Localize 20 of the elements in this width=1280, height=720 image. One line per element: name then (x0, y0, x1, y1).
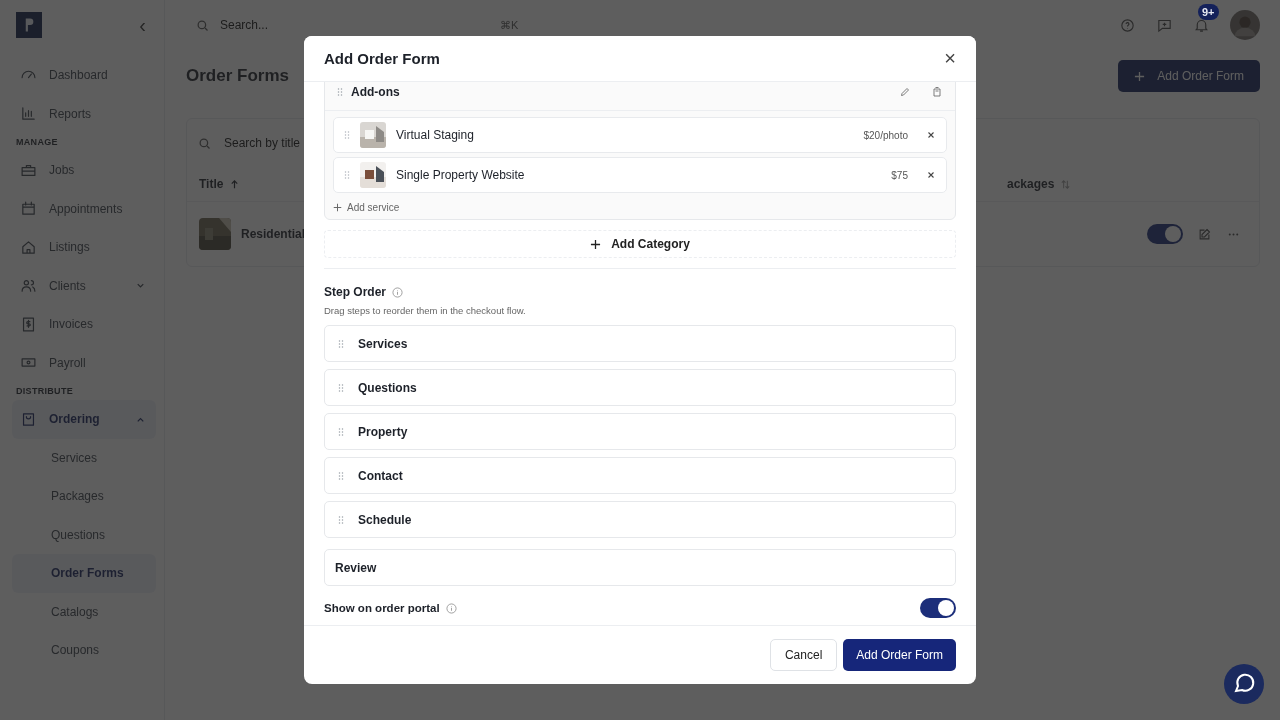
step-label: Questions (358, 380, 417, 395)
nav-label: Ordering (49, 412, 100, 427)
dialog-title: Add Order Form (324, 50, 440, 67)
step-label: Contact (358, 468, 403, 483)
service-price: $75 (891, 169, 908, 181)
step-label: Schedule (358, 512, 412, 527)
table-cell: Residential (241, 227, 306, 241)
service-name: Single Property Website (396, 168, 525, 182)
page-title: Order Forms (186, 66, 289, 86)
step-label: Property (358, 424, 408, 439)
step-label: Services (358, 336, 408, 351)
service-price: $20/photo (863, 129, 908, 141)
section-label: Step Order (324, 285, 386, 299)
section-heading: MANAGE (15, 136, 59, 149)
hint-text: Drag steps to reorder them in the checkout flow. (324, 305, 527, 316)
step-label: Review (335, 560, 377, 575)
section-heading: DISTRIBUTE (15, 385, 74, 398)
toggle-label: Show on order portal (324, 602, 440, 614)
category-name: Add-ons (351, 85, 400, 99)
service-name: Virtual Staging (396, 128, 474, 142)
